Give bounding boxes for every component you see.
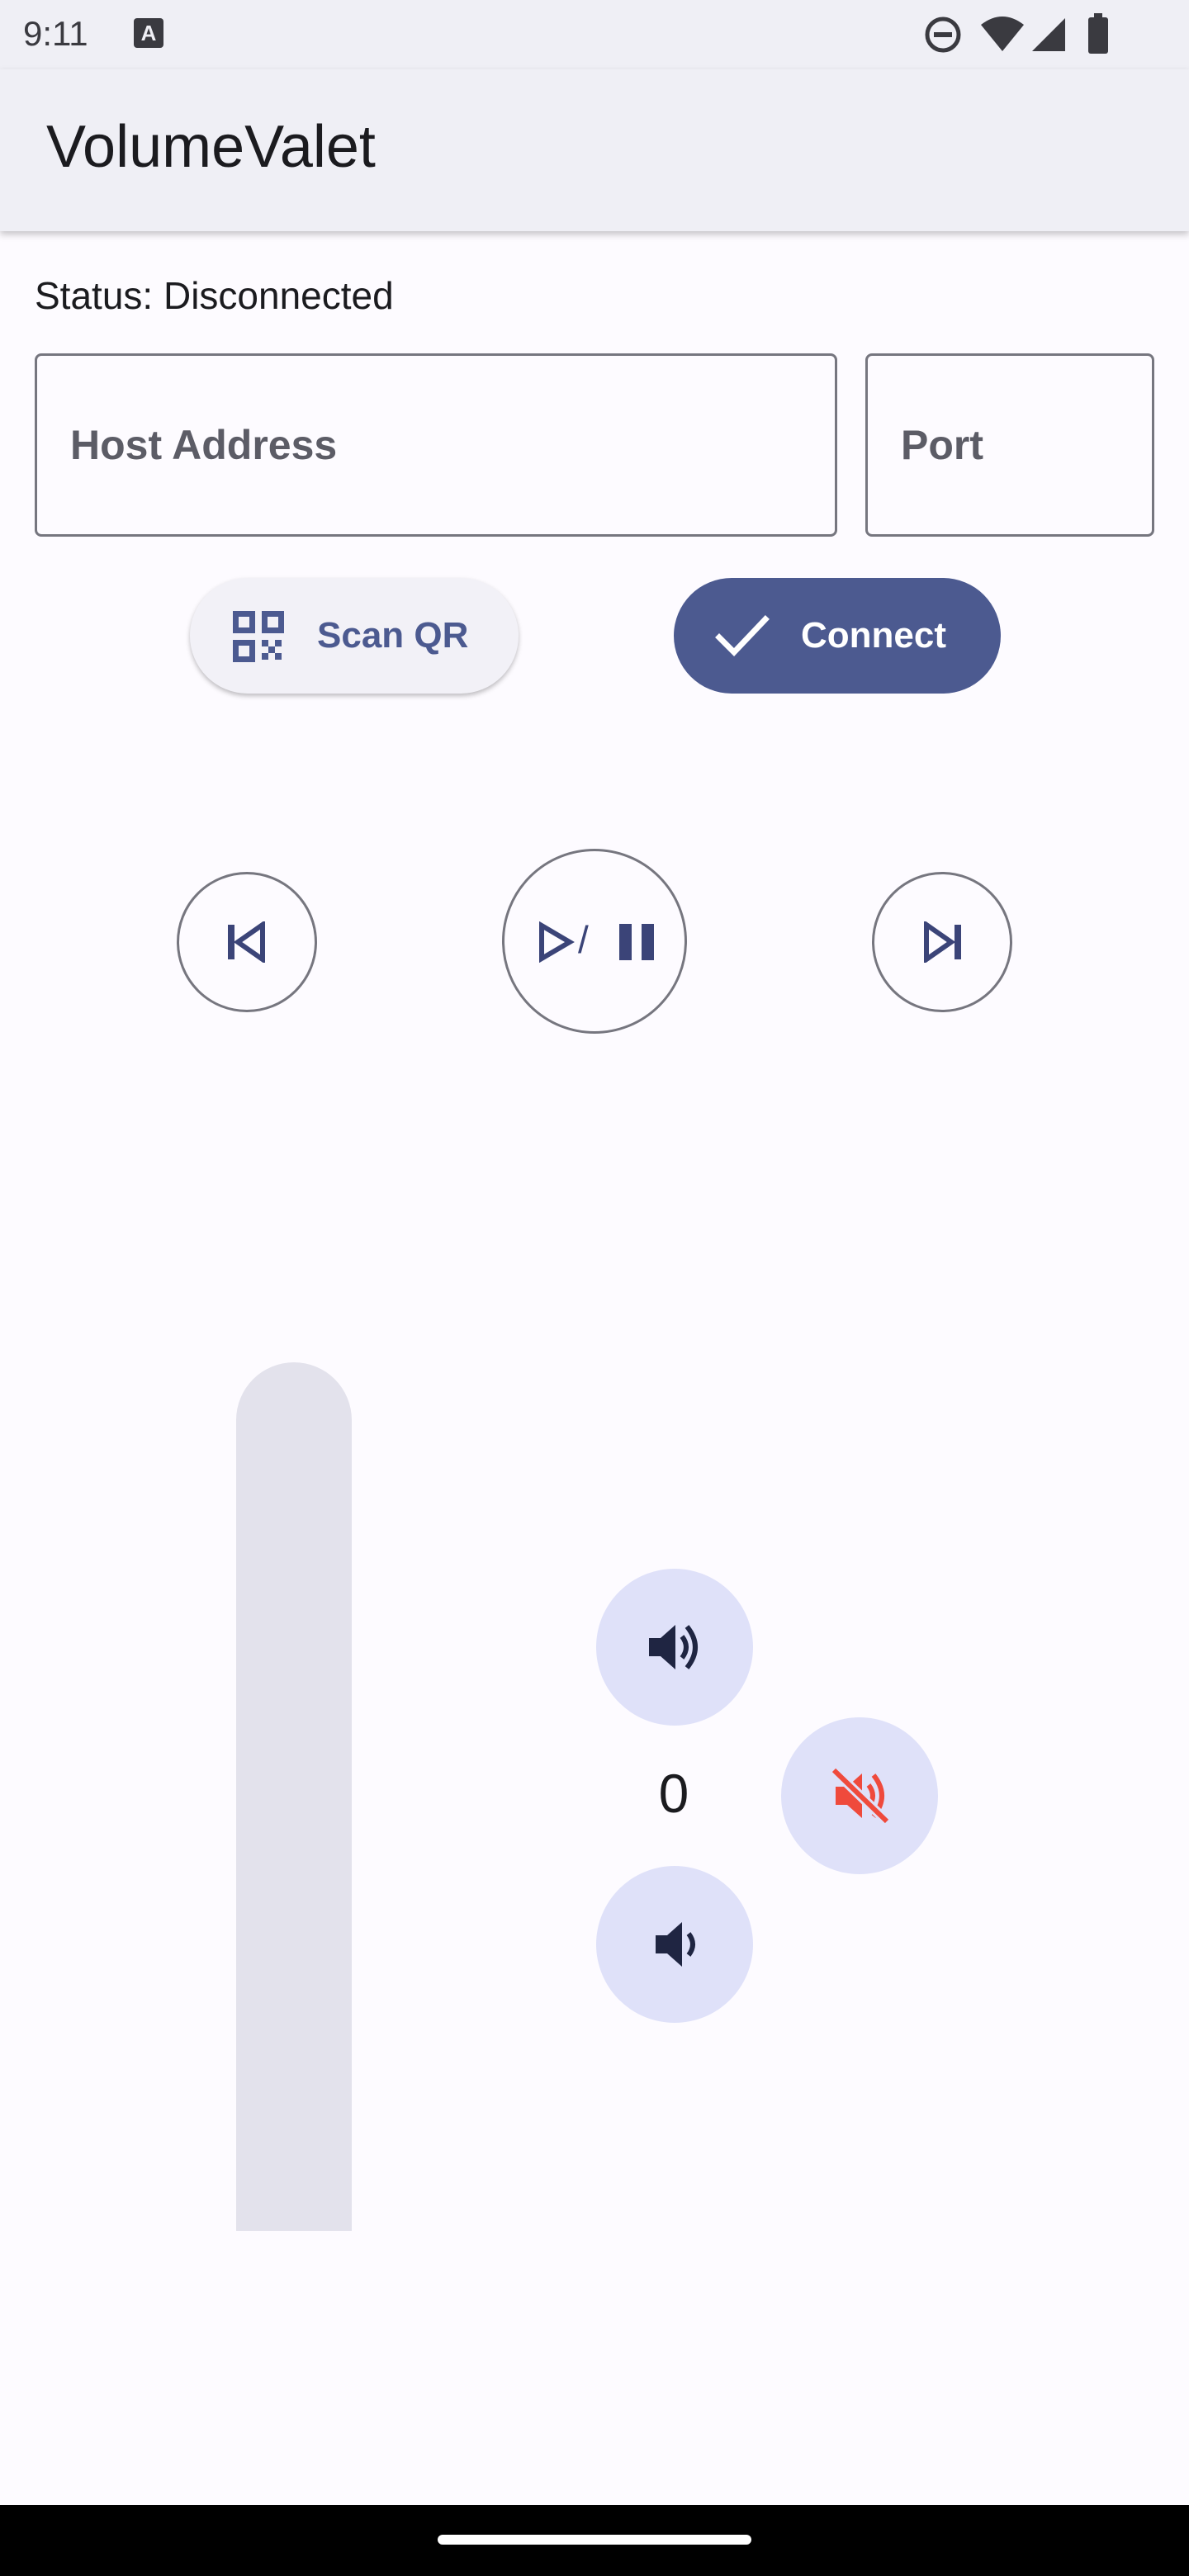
wifi-icon xyxy=(979,15,1026,54)
status-time: 9:11 xyxy=(23,14,88,53)
play-pause-icon xyxy=(537,921,575,967)
skip-previous-icon xyxy=(225,920,268,967)
check-icon xyxy=(715,613,770,663)
play-pause-button[interactable] xyxy=(502,849,687,1034)
app-title: VolumeValet xyxy=(46,114,376,180)
qr-code-icon xyxy=(233,611,284,666)
skip-next-icon xyxy=(921,920,964,967)
connection-status: Status: Disconnected xyxy=(35,274,394,317)
do-not-disturb-icon xyxy=(923,15,963,54)
connect-label: Connect xyxy=(801,615,946,656)
home-gesture-handle[interactable] xyxy=(438,2535,751,2545)
pause-icon xyxy=(618,921,657,967)
host-address-input[interactable] xyxy=(37,356,835,534)
volume-down-icon xyxy=(652,1917,699,1976)
host-address-field[interactable] xyxy=(35,353,837,537)
scan-qr-label: Scan QR xyxy=(317,615,469,656)
signal-icon xyxy=(1029,15,1068,54)
volume-slider[interactable] xyxy=(236,1362,352,2231)
play-pause-separator: / xyxy=(578,918,589,961)
port-field[interactable] xyxy=(865,353,1154,537)
volume-value: 0 xyxy=(658,1763,689,1824)
volume-up-icon xyxy=(646,1620,705,1679)
volume-off-icon xyxy=(830,1766,891,1829)
port-input[interactable] xyxy=(868,356,1152,534)
notification-a-icon: A xyxy=(134,18,163,48)
battery-icon xyxy=(1087,13,1110,54)
